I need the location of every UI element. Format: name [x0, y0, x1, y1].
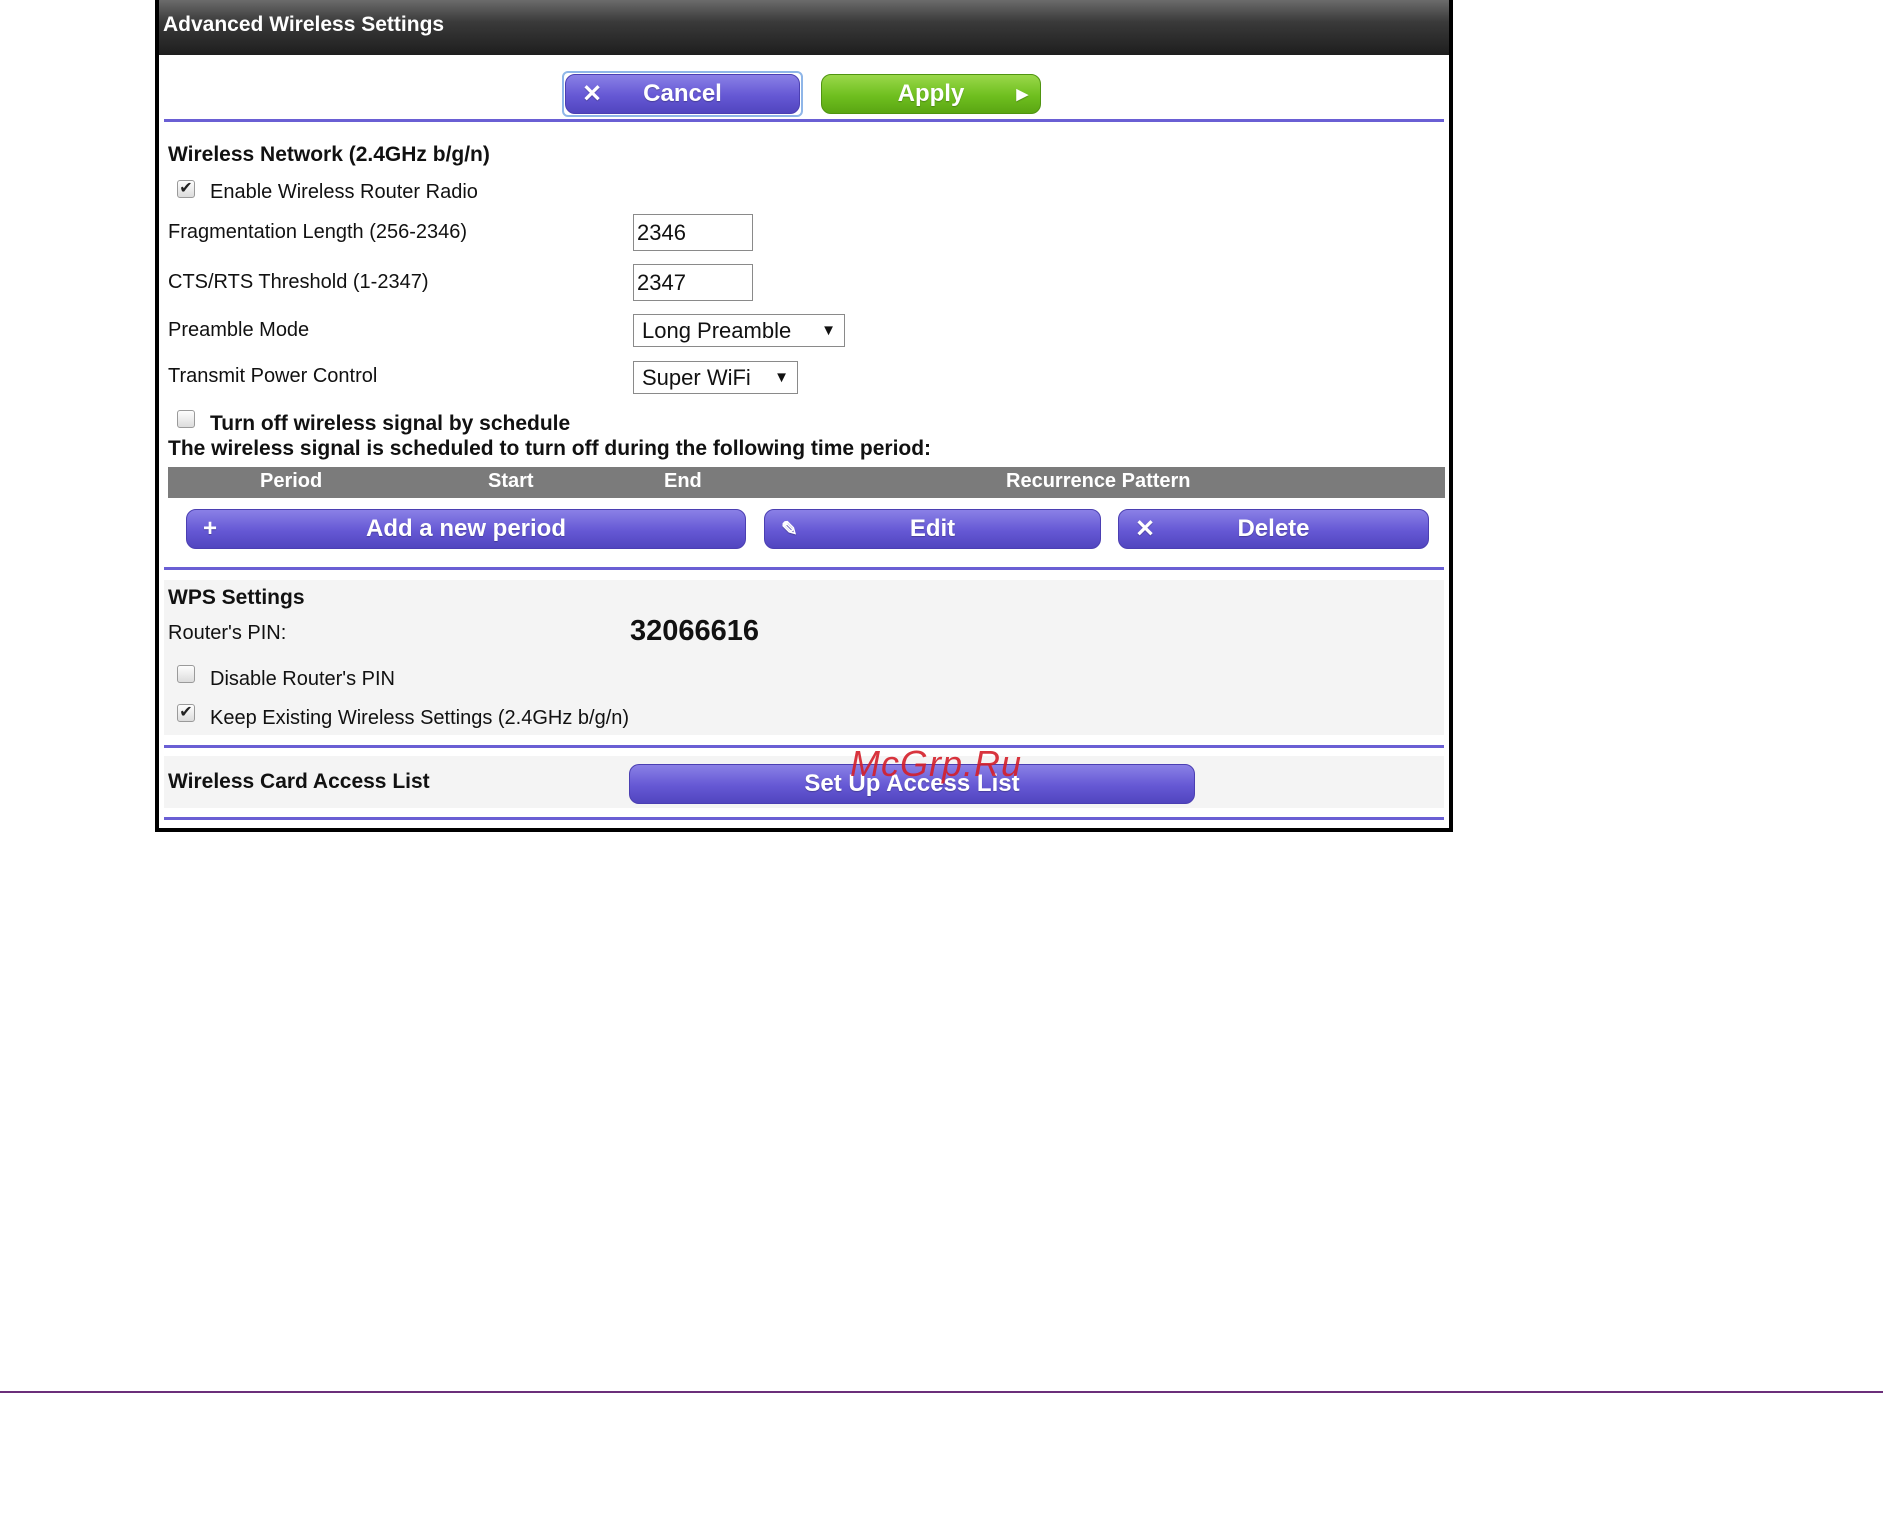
close-icon: ✕	[582, 80, 603, 108]
apply-button[interactable]: Apply ▶	[821, 74, 1041, 114]
cancel-button-label: Cancel	[643, 80, 722, 107]
divider	[164, 745, 1444, 748]
schedule-table-header: Period Start End Recurrence Pattern	[168, 467, 1445, 498]
cts-rts-threshold-input[interactable]	[633, 264, 753, 301]
delete-label: Delete	[1237, 515, 1310, 542]
disable-pin-label: Disable Router's PIN	[210, 668, 395, 690]
preamble-mode-value: Long Preamble	[642, 317, 792, 343]
chevron-down-icon: ▼	[774, 369, 789, 386]
wireless-section-title: Wireless Network (2.4GHz b/g/n)	[168, 143, 490, 166]
enable-radio-label: Enable Wireless Router Radio	[210, 181, 478, 203]
divider	[164, 119, 1444, 122]
column-header-period: Period	[260, 470, 323, 492]
access-list-label: Wireless Card Access List	[168, 770, 430, 793]
apply-button-label: Apply	[897, 80, 965, 107]
preamble-mode-label: Preamble Mode	[168, 319, 310, 341]
preamble-mode-select[interactable]: Long Preamble ▼	[633, 314, 845, 347]
transmit-power-label: Transmit Power Control	[168, 365, 378, 387]
fragmentation-length-label: Fragmentation Length (256-2346)	[168, 221, 468, 243]
enable-radio-checkbox[interactable]: ✔	[177, 180, 195, 198]
cts-rts-threshold-label: CTS/RTS Threshold (1-2347)	[168, 271, 429, 293]
plus-icon: +	[203, 515, 218, 542]
router-pin-value: 32066616	[630, 615, 760, 647]
divider	[164, 567, 1444, 570]
transmit-power-value: Super WiFi	[642, 364, 751, 390]
wps-section-title: WPS Settings	[168, 586, 305, 609]
keep-settings-checkbox[interactable]: ✔	[177, 704, 195, 722]
delete-button[interactable]: ✕ Delete	[1118, 509, 1429, 549]
page-bottom-rule	[0, 1391, 1883, 1393]
panel-title: Advanced Wireless Settings	[159, 0, 1449, 55]
advanced-wireless-settings-panel: Advanced Wireless Settings ✕ Cancel Appl…	[155, 0, 1453, 832]
disable-pin-checkbox[interactable]	[177, 665, 195, 683]
keep-settings-label: Keep Existing Wireless Settings (2.4GHz …	[210, 707, 630, 729]
add-period-label: Add a new period	[365, 515, 566, 542]
router-pin-label: Router's PIN:	[168, 622, 287, 644]
add-period-button[interactable]: + Add a new period	[186, 509, 746, 549]
watermark-text: McGrp.Ru	[850, 743, 1023, 784]
fragmentation-length-input[interactable]	[633, 214, 753, 251]
column-header-start: Start	[488, 470, 534, 492]
edit-button[interactable]: ✎ Edit	[764, 509, 1101, 549]
edit-label: Edit	[909, 515, 956, 542]
schedule-label: Turn off wireless signal by schedule	[210, 412, 571, 435]
cancel-button[interactable]: ✕ Cancel	[565, 74, 800, 114]
close-icon: ✕	[1135, 515, 1156, 543]
schedule-note: The wireless signal is scheduled to turn…	[168, 437, 932, 460]
column-header-end: End	[664, 470, 702, 492]
pencil-icon: ✎	[781, 518, 798, 541]
schedule-checkbox[interactable]	[177, 410, 195, 428]
arrow-right-icon: ▶	[1016, 86, 1028, 103]
column-header-recurrence: Recurrence Pattern	[1006, 470, 1191, 492]
chevron-down-icon: ▼	[821, 322, 836, 339]
divider	[164, 817, 1444, 820]
transmit-power-select[interactable]: Super WiFi ▼	[633, 361, 798, 394]
